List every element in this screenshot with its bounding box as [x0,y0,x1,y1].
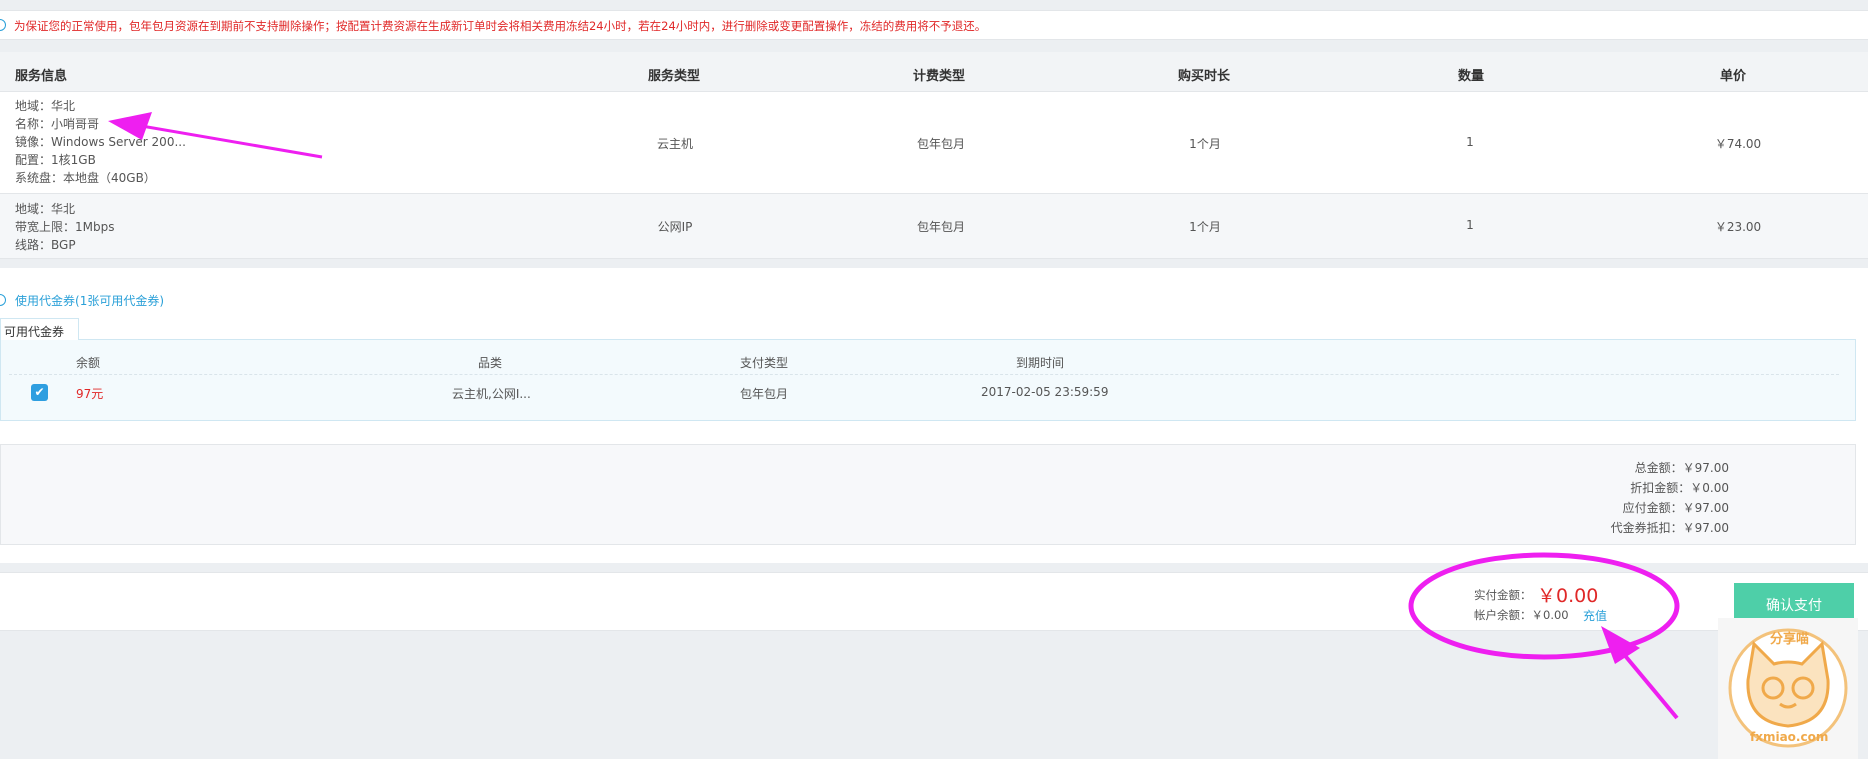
table-row: 地域：华北 名称：小哨哥哥 镜像：Windows Server 200... 配… [0,92,1868,194]
coupon-expire: 2017-02-05 23:59:59 [981,385,1109,399]
row-billing-type: 包年包月 [916,137,966,151]
row-info-line: 线路：BGP [15,238,76,252]
tab-available-coupons[interactable]: 可用代金券 [0,318,79,340]
header-service-type: 服务类型 [648,69,701,84]
account-balance: 帐户余额：￥0.00 [1474,608,1569,622]
discount-amount: 折扣金额：￥0.00 [1630,481,1729,495]
coupon-header-category: 品类 [478,356,503,370]
row-info-name: 名称：小哨哥哥 [15,117,100,131]
coupon-list: 余额 品类 支付类型 到期时间 ✔ 97元 云主机,公网I... 包年包月 20… [0,339,1856,421]
row-service-type: 云主机 [656,137,694,151]
actual-pay-label: 实付金额： [1474,588,1532,602]
order-table: 服务信息 服务类型 计费类型 购买时长 数量 单价 地域：华北 名称：小哨哥哥 … [0,52,1868,259]
coupon-header-balance: 余额 [76,356,101,370]
check-icon: ✔ [34,385,45,399]
row-info-bandwidth: 带宽上限：1Mbps [15,220,115,234]
row-info-image: 镜像：Windows Server 200... [15,135,186,149]
header-billing-type: 计费类型 [913,69,966,84]
row-billing-type: 包年包月 [916,220,966,234]
row-quantity: 1 [1466,135,1474,149]
row-info-disk: 系统盘：本地盘（40GB） [15,171,156,185]
coupon-balance: 97元 [76,387,104,401]
header-quantity: 数量 [1458,69,1485,84]
header-service-info: 服务信息 [15,69,68,84]
watermark-top-text: 分享喵 [1770,632,1810,647]
row-unit-price: ￥74.00 [1714,137,1762,151]
header-unit-price: 单价 [1720,69,1747,84]
collapse-circle-icon[interactable] [0,294,6,306]
row-unit-price: ￥23.00 [1714,220,1762,234]
amount-summary: 总金额：￥97.00 折扣金额：￥0.00 应付金额：￥97.00 代金券抵扣：… [0,444,1856,545]
confirm-pay-button[interactable]: 确认支付 [1734,583,1854,621]
coupon-category: 云主机,公网I... [452,387,531,401]
table-row: 地域：华北 带宽上限：1Mbps 线路：BGP 公网IP 包年包月 1个月 1 … [0,194,1868,259]
row-quantity: 1 [1466,218,1474,232]
watermark-bottom-text: fxmiao.com [1750,730,1829,744]
notice-text: 为保证您的正常使用，包年包月资源在到期前不支持删除操作；按配置计费资源在生成新订… [14,19,987,33]
coupon-deduct-amount: 代金券抵扣：￥97.00 [1610,521,1729,535]
pay-bar: 实付金额： ￥0.00 帐户余额：￥0.00 充值 确认支付 [0,572,1868,631]
header-duration: 购买时长 [1178,69,1231,84]
row-service-type: 公网IP [657,220,693,234]
row-info-region: 地域：华北 [15,202,76,216]
info-circle-icon [0,19,6,31]
coupon-pay-type: 包年包月 [740,387,789,401]
order-table-header: 服务信息 服务类型 计费类型 购买时长 数量 单价 [0,52,1868,92]
row-duration: 1个月 [1189,137,1221,151]
row-info-config: 配置：1核1GB [15,153,96,167]
total-amount: 总金额：￥97.00 [1634,461,1729,475]
divider [9,374,1839,375]
arrow-annotation-amount [1601,626,1679,720]
row-info-region: 地域：华北 [15,99,76,113]
row-duration: 1个月 [1189,220,1221,234]
coupon-header-pay-type: 支付类型 [740,356,789,370]
actual-pay-amount: ￥0.00 [1537,585,1599,607]
payable-amount: 应付金额：￥97.00 [1622,501,1729,515]
watermark-logo: 分享喵 fxmiao.com [1718,618,1858,759]
recharge-link[interactable]: 充值 [1583,607,1607,624]
coupon-checkbox[interactable]: ✔ [31,384,48,401]
use-coupon-toggle[interactable]: 使用代金券(1张可用代金券) [15,292,164,309]
coupon-header-expire: 到期时间 [1016,356,1065,370]
notice-bar: 为保证您的正常使用，包年包月资源在到期前不支持删除操作；按配置计费资源在生成新订… [0,10,1868,40]
